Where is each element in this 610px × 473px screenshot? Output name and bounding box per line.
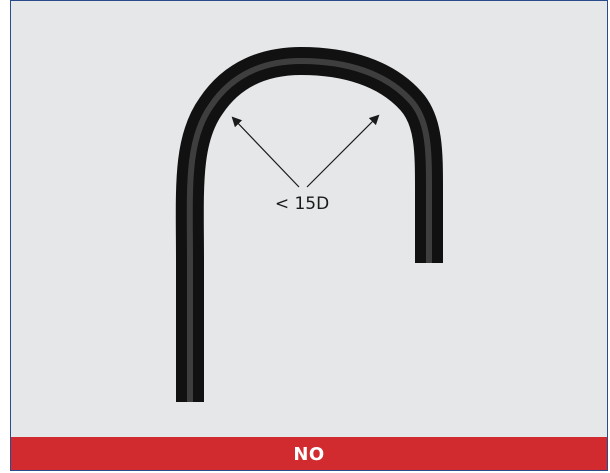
diagram-frame: < 15D NO <box>10 0 608 471</box>
arrow-left <box>231 116 300 188</box>
verdict-bar: NO <box>11 437 607 470</box>
tube-body <box>175 47 443 402</box>
bend-radius-label: < 15D <box>275 194 329 214</box>
verdict-label: NO <box>293 443 325 465</box>
bend-illustration: < 15D <box>175 47 443 402</box>
tube-u-bend <box>175 47 443 402</box>
arrow-right <box>306 114 380 188</box>
tube-highlight <box>186 58 432 402</box>
